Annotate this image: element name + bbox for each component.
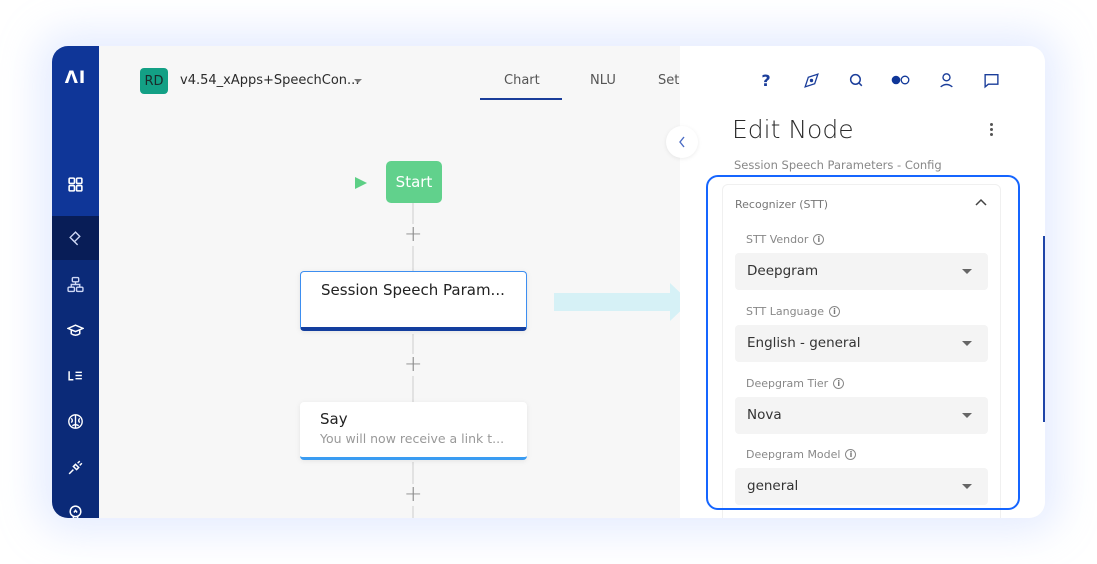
user-icon [939,72,953,87]
toggle-icon [891,75,910,85]
compass-icon [803,72,819,88]
sitemap-icon [67,276,84,292]
chat-icon [983,73,999,88]
help-button[interactable]: ? [756,70,776,90]
node-title: Say [320,410,348,428]
panel-subtitle: Session Speech Parameters - Config [734,158,942,172]
start-node[interactable]: Start [386,161,442,203]
search-button[interactable] [846,70,866,90]
plug-icon [68,460,83,474]
avatar[interactable]: RD [140,68,168,94]
flow-node-session-speech[interactable]: Session Speech Param... [300,271,527,331]
highlight-annotation [706,175,1020,510]
sidebar-item-training[interactable] [52,308,99,352]
sidebar-item-integrations[interactable] [52,445,99,489]
tab-active-indicator [480,98,562,100]
add-node-button[interactable]: + [404,484,423,506]
node-title: Session Speech Param... [321,281,505,299]
grid-icon [68,176,83,192]
lexicon-icon [68,370,82,380]
sidebar-item-insights[interactable] [52,490,99,518]
sidebar-item-flows[interactable] [52,262,99,306]
tab-nlu[interactable]: NLU [590,73,616,88]
app-window: ΛI RD v4.54_xApps+SpeechCon... Chart NLU [52,46,1045,518]
explore-button[interactable] [801,70,821,90]
app-logo: ΛI [64,68,87,88]
more-options-icon[interactable] [986,121,996,141]
add-node-button[interactable]: + [404,354,423,376]
lightbulb-icon [69,504,82,518]
toggle-button[interactable] [891,70,911,90]
paint-roller-icon [69,230,81,245]
project-name[interactable]: v4.54_xApps+SpeechCon... [180,73,359,88]
tab-settings[interactable]: Set [658,73,679,88]
sidebar-item-dashboard[interactable] [52,162,99,206]
chevron-down-icon[interactable] [354,79,362,83]
help-icon: ? [761,70,771,90]
sidebar-item-ai[interactable] [52,399,99,443]
chat-button[interactable] [981,70,1001,90]
play-icon[interactable] [355,177,367,189]
sidebar-item-lexicon[interactable] [52,353,99,397]
collapse-panel-button[interactable] [666,126,698,158]
search-icon [849,73,862,86]
sidebar: ΛI [52,46,99,518]
tab-chart[interactable]: Chart [504,73,540,88]
add-node-button[interactable]: + [404,224,423,246]
panel-scrollbar[interactable] [1043,236,1045,422]
chevron-left-icon [679,136,685,148]
graduation-cap-icon [67,323,84,336]
brain-icon [68,413,83,429]
profile-button[interactable] [936,70,956,90]
arrow-annotation-icon [554,283,690,321]
flow-node-say[interactable]: Say You will now receive a link t... [300,402,527,460]
panel-title: Edit Node [732,115,854,144]
edit-node-panel: ? Edit Node Session Speech Parameters - … [680,46,1045,518]
sidebar-item-build[interactable] [52,216,99,260]
node-subtitle: You will now receive a link t... [320,431,505,446]
